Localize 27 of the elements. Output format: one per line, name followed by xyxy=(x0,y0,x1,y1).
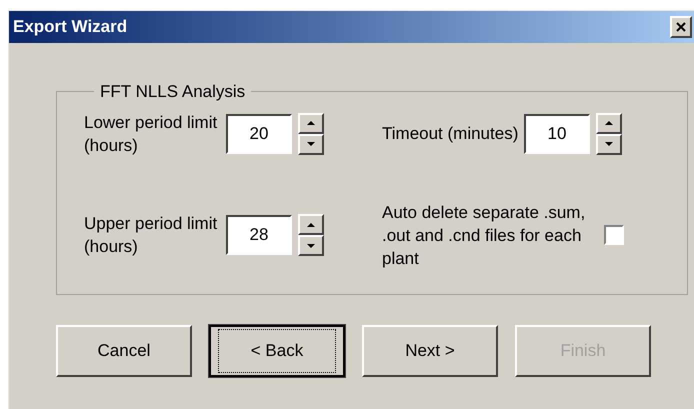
down-triangle-icon xyxy=(605,142,613,146)
window-title: Export Wizard xyxy=(13,16,128,38)
up-triangle-icon xyxy=(307,222,315,226)
number-field[interactable]: 28 xyxy=(226,215,292,255)
dialog-button[interactable]: Next > xyxy=(362,325,498,377)
up-triangle-icon xyxy=(605,121,613,125)
spin-down-button[interactable] xyxy=(298,235,324,256)
group-title: FFT NLLS Analysis xyxy=(99,81,246,103)
down-triangle-icon xyxy=(307,244,315,248)
spin-up-button[interactable] xyxy=(298,214,324,235)
number-field[interactable]: 20 xyxy=(226,114,292,154)
checkbox-label: Auto delete separate .sum, .out and .cnd files for each plant xyxy=(382,202,586,270)
field-label: Timeout (minutes) xyxy=(382,123,520,145)
spin-down-button[interactable] xyxy=(298,134,324,154)
dialog-button[interactable]: Cancel xyxy=(56,325,192,377)
checkbox[interactable] xyxy=(604,225,624,245)
up-triangle-icon xyxy=(307,121,315,125)
field-label: Upper period limit (hours) xyxy=(84,213,218,258)
close-button[interactable] xyxy=(670,16,692,38)
field-label: Lower period limit (hours) xyxy=(84,112,218,156)
number-field[interactable]: 10 xyxy=(524,114,590,154)
down-triangle-icon xyxy=(307,142,315,146)
close-icon xyxy=(676,22,686,32)
dialog-button[interactable]: < Back xyxy=(209,325,345,377)
spin-up-button[interactable] xyxy=(298,112,324,134)
spin-down-button[interactable] xyxy=(596,134,622,154)
spin-up-button[interactable] xyxy=(596,112,622,134)
